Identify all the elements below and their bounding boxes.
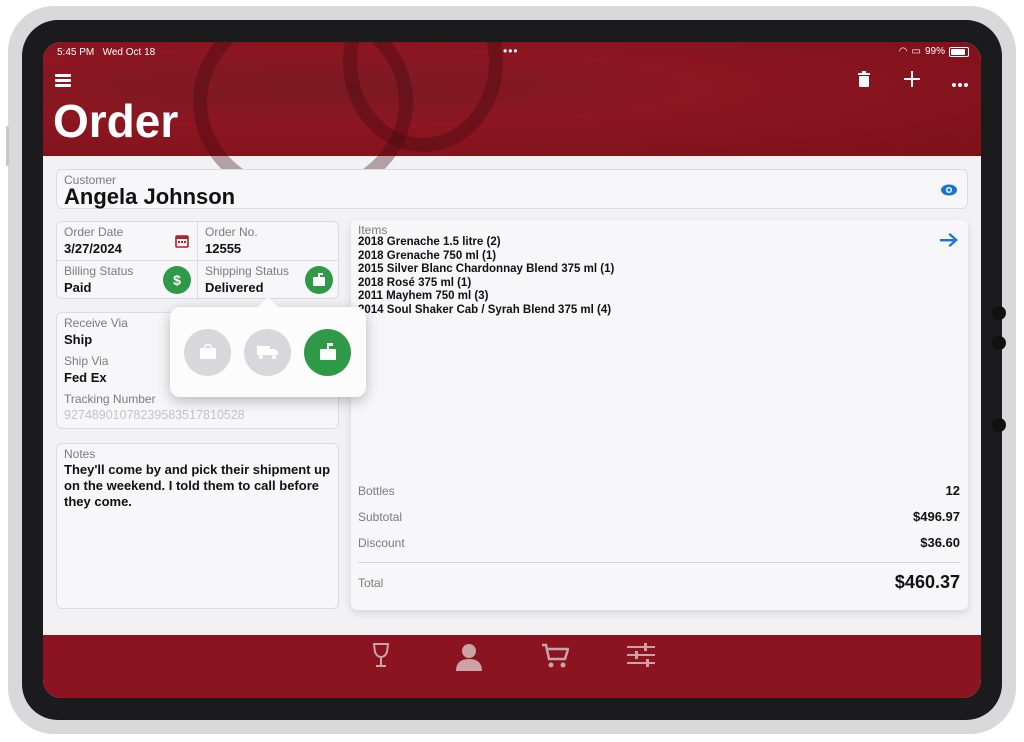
billing-status-value: Paid xyxy=(64,280,92,295)
mailbox-icon[interactable] xyxy=(305,266,333,294)
page-title: Order xyxy=(53,95,179,147)
total-label: Total xyxy=(358,575,384,590)
list-item[interactable]: 2015 Silver Blanc Chardonnay Blend 375 m… xyxy=(358,263,614,277)
items-card: Items 2018 Grenache 1.5 litre (2) 2018 G… xyxy=(351,220,968,610)
menu-icon[interactable] xyxy=(55,74,71,88)
order-info-grid: Order Date 3/27/2024 Order No. 12555 Bil… xyxy=(56,221,339,300)
status-bar: 5:45 PM Wed Oct 18 ••• ◠ ▭ 99% xyxy=(43,42,981,62)
multitask-dots[interactable]: ••• xyxy=(503,44,519,58)
subtotal-value: $496.97 xyxy=(913,509,960,524)
order-date-value: 3/27/2024 xyxy=(64,241,122,256)
shipping-status-value: Delivered xyxy=(205,280,264,295)
trash-icon[interactable] xyxy=(853,70,875,92)
list-item[interactable]: 2018 Rosé 375 ml (1) xyxy=(358,277,614,291)
camera-dot xyxy=(992,418,1006,432)
billing-status-field[interactable]: Billing Status Paid $ xyxy=(57,261,198,300)
list-item[interactable]: 2011 Mayhem 750 ml (3) xyxy=(358,290,614,304)
divider xyxy=(358,562,960,563)
list-item[interactable]: 2014 Soul Shaker Cab / Syrah Blend 375 m… xyxy=(358,304,614,318)
bottles-label: Bottles xyxy=(358,483,395,498)
cart-icon[interactable] xyxy=(540,643,570,673)
tab-bar xyxy=(43,635,981,698)
items-label: Items xyxy=(358,223,388,237)
discount-value: $36.60 xyxy=(920,535,960,550)
order-number-value: 12555 xyxy=(205,241,242,256)
tracking-number-input[interactable]: 92748901078239583517810528 xyxy=(64,408,245,422)
bottles-row: Bottles 12 xyxy=(358,483,960,498)
notes-label: Notes xyxy=(64,447,96,461)
shipping-status-label: Shipping Status xyxy=(205,264,290,278)
battery-percent: 99% xyxy=(924,46,945,57)
discount-row[interactable]: Discount $36.60 xyxy=(358,535,960,550)
screen-mirror-icon: ▭ xyxy=(911,46,921,57)
sliders-icon[interactable] xyxy=(626,643,656,673)
app-screen: 5:45 PM Wed Oct 18 ••• ◠ ▭ 99% Order Cus… xyxy=(43,42,981,698)
truck-icon[interactable] xyxy=(244,329,291,376)
tracking-number-label: Tracking Number xyxy=(64,392,156,406)
customer-field[interactable]: Customer Angela Johnson xyxy=(56,169,968,209)
mailbox-icon[interactable] xyxy=(304,329,351,376)
camera-dot xyxy=(992,306,1006,320)
dollar-icon[interactable]: $ xyxy=(163,266,191,294)
subtotal-row: Subtotal $496.97 xyxy=(358,509,960,524)
subtotal-label: Subtotal xyxy=(358,509,403,524)
receive-via-label: Receive Via xyxy=(64,316,128,330)
notes-field[interactable]: Notes They'll come by and pick their shi… xyxy=(56,443,339,609)
package-icon[interactable] xyxy=(184,329,231,376)
items-list: 2018 Grenache 1.5 litre (2) 2018 Grenach… xyxy=(358,236,614,317)
wine-glass-icon[interactable] xyxy=(366,643,396,673)
wifi-icon: ◠ xyxy=(898,46,908,57)
status-time: 5:45 PM Wed Oct 18 xyxy=(57,47,156,58)
volume-button xyxy=(6,126,9,166)
shipping-status-field[interactable]: Shipping Status Delivered xyxy=(198,261,339,300)
billing-status-label: Billing Status xyxy=(64,264,134,278)
list-item[interactable]: 2018 Grenache 750 ml (1) xyxy=(358,250,614,264)
person-icon[interactable] xyxy=(454,643,484,673)
order-number-field[interactable]: Order No. 12555 xyxy=(198,222,339,261)
customer-name: Angela Johnson xyxy=(64,184,236,209)
ship-via-label: Ship Via xyxy=(64,354,109,368)
calendar-icon[interactable] xyxy=(175,234,189,253)
discount-label: Discount xyxy=(358,535,405,550)
order-date-label: Order Date xyxy=(64,225,124,239)
header-hero: 5:45 PM Wed Oct 18 ••• ◠ ▭ 99% Order xyxy=(43,42,981,202)
ship-via-value[interactable]: Fed Ex xyxy=(64,370,107,385)
total-row: Total $460.37 xyxy=(358,572,960,593)
more-icon[interactable] xyxy=(949,70,971,92)
total-value: $460.37 xyxy=(894,572,960,592)
list-item[interactable]: 2018 Grenache 1.5 litre (2) xyxy=(358,236,614,250)
battery-icon xyxy=(949,46,969,57)
receive-via-value[interactable]: Ship xyxy=(64,332,92,347)
notes-text[interactable]: They'll come by and pick their shipment … xyxy=(64,462,332,510)
arrow-right-icon[interactable] xyxy=(940,230,958,253)
order-date-field[interactable]: Order Date 3/27/2024 xyxy=(57,222,198,261)
status-right: ◠ ▭ 99% xyxy=(899,46,969,57)
camera-dot xyxy=(992,336,1006,350)
order-number-label: Order No. xyxy=(205,225,258,239)
plus-icon[interactable] xyxy=(901,70,923,92)
shipping-status-popover xyxy=(170,307,366,397)
bottles-value: 12 xyxy=(945,483,960,498)
eye-icon[interactable] xyxy=(941,183,957,196)
